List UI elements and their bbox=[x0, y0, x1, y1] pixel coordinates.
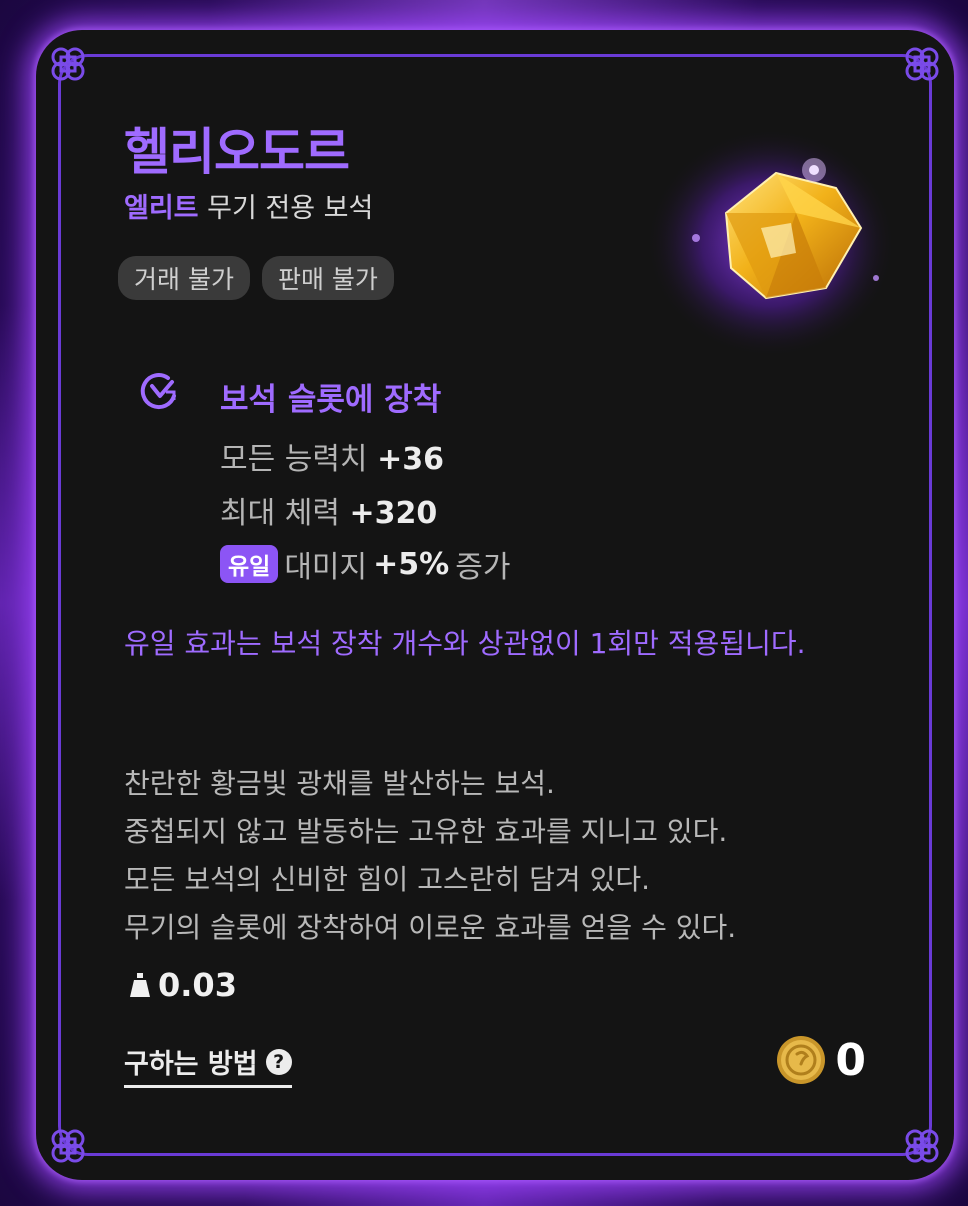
price-value: 0 bbox=[835, 1034, 866, 1086]
stat-label: 모든 능력치 bbox=[220, 442, 368, 477]
item-subtitle: 엘리트 무기 전용 보석 bbox=[124, 186, 373, 225]
stat-value: +5% bbox=[373, 546, 450, 582]
description-line: 무기의 슬롯에 장착하여 이로운 효과를 얻을 수 있다. bbox=[124, 911, 737, 944]
stat-value: +320 bbox=[349, 496, 438, 531]
effect-title: 보석 슬롯에 장착 bbox=[220, 382, 442, 418]
corner-knot-icon bbox=[46, 42, 90, 86]
item-category: 무기 전용 보석 bbox=[207, 193, 374, 224]
description-line: 모든 보석의 신비한 힘이 고스란히 담겨 있다. bbox=[124, 863, 650, 896]
unique-badge: 유일 bbox=[220, 545, 279, 583]
description-line: 중첩되지 않고 발동하는 고유한 효과를 지니고 있다. bbox=[124, 815, 728, 848]
stat-suffix: 증가 bbox=[455, 550, 511, 585]
item-tooltip-card: 헬리오도르 엘리트 무기 전용 보석 거래 불가 판매 불가 보석 슬롯에 장착… bbox=[36, 30, 954, 1180]
corner-knot-icon bbox=[900, 42, 944, 86]
stat-unique-damage: 유일 대미지 +5% 증가 bbox=[220, 542, 510, 586]
description-line: 찬란한 황금빛 광채를 발산하는 보석. bbox=[124, 767, 555, 800]
weight-value: 0.03 bbox=[158, 966, 237, 1004]
stat-label: 대미지 bbox=[284, 550, 368, 585]
how-to-obtain-label: 구하는 방법 bbox=[124, 1049, 258, 1080]
gem-slot-icon bbox=[138, 370, 182, 414]
unique-effect-note: 유일 효과는 보석 장착 개수와 상관없이 1회만 적용됩니다. bbox=[124, 627, 806, 660]
help-icon: ? bbox=[265, 1048, 292, 1075]
corner-knot-icon bbox=[900, 1124, 944, 1168]
corner-knot-icon bbox=[46, 1124, 90, 1168]
how-to-obtain-link[interactable]: 구하는 방법 ? bbox=[124, 1042, 292, 1088]
item-weight: 0.03 bbox=[128, 966, 237, 1004]
gold-coin-icon bbox=[777, 1036, 826, 1084]
tag-untradeable: 거래 불가 bbox=[118, 256, 250, 300]
tag-unsellable: 판매 불가 bbox=[261, 256, 394, 300]
item-name: 헬리오도르 bbox=[124, 123, 350, 181]
stat-all-abilities: 모든 능력치 +36 bbox=[220, 434, 444, 478]
item-description: 찬란한 황금빛 광채를 발산하는 보석. 중첩되지 않고 발동하는 고유한 효과… bbox=[124, 760, 924, 952]
item-tags: 거래 불가 판매 불가 bbox=[118, 256, 394, 300]
item-price: 0 bbox=[775, 1034, 866, 1086]
item-grade: 엘리트 bbox=[124, 193, 199, 224]
stat-value: +36 bbox=[377, 442, 444, 477]
weight-icon bbox=[130, 973, 150, 997]
stat-max-hp: 최대 체력 +320 bbox=[220, 488, 437, 532]
gem-image bbox=[636, 118, 896, 358]
stat-label: 최대 체력 bbox=[220, 496, 340, 531]
